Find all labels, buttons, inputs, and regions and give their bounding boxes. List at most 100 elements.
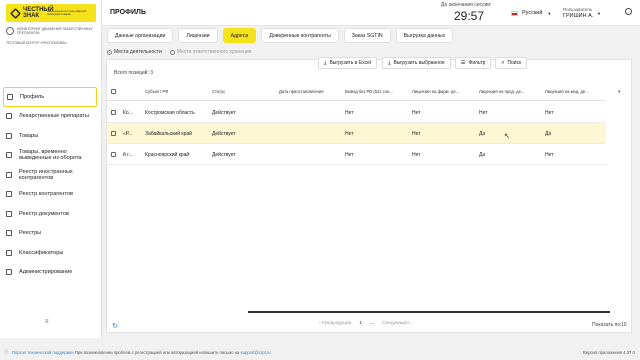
prev-page-button[interactable]: ‹ Предыдущая: [319, 321, 351, 326]
chevron-down-icon[interactable]: ▼: [597, 11, 601, 16]
cell-prod: Да: [479, 131, 486, 137]
language-selector[interactable]: Русский ▼: [511, 10, 551, 16]
page-size-select[interactable]: 10: [621, 322, 627, 328]
top-header: ПРОФИЛЬ До окончания сессии: 29:57 Русск…: [102, 0, 640, 26]
sidebar-item-goods[interactable]: Товары: [3, 126, 97, 146]
radio-unchecked-icon: [169, 49, 175, 55]
filter-button[interactable]: ☰ Фильтр: [454, 57, 492, 69]
next-page-button[interactable]: Следующая ›: [382, 321, 412, 326]
sidebar-item-label: Реестр документов: [19, 210, 69, 217]
sidebar-item-goods-withdrawn[interactable]: Товары, временно выведенные из оборота: [3, 146, 97, 166]
box-icon: [6, 132, 12, 139]
table-row[interactable]: «Р... Забайкальский край Действует Нет Н…: [107, 123, 606, 144]
cell-pharm: Нет: [412, 110, 421, 116]
cell-med: Нет: [545, 110, 554, 116]
cell-address: «Р...: [123, 131, 133, 137]
brand-logo[interactable]: ЧЕСТНЫЙ ЗНАК национальная система цифров…: [6, 4, 96, 22]
support-email-link[interactable]: support@crpt.ru: [241, 350, 271, 355]
page-size-label: Показать по:: [592, 322, 622, 328]
cell-address: Ко...: [123, 110, 133, 116]
session-label: До окончания сессии:: [441, 2, 492, 8]
table-actions: ⤓ Выгрузить в Excel ⤓ Выгрузить выбранное …: [318, 57, 532, 69]
sidebar: ЧЕСТНЫЙ ЗНАК национальная система цифров…: [0, 0, 102, 338]
brand-subtitle: национальная система цифровой маркировки…: [47, 10, 87, 16]
contacts-icon: [6, 191, 12, 198]
tab-sgtin-order[interactable]: Заказ SGTIN: [343, 28, 391, 43]
refresh-icon[interactable]: ↻: [112, 322, 118, 330]
radio-storage-places[interactable]: Места ответственного хранения: [169, 49, 251, 55]
row-checkbox[interactable]: [111, 131, 116, 136]
sidebar-item-documents[interactable]: Реестр документов: [3, 204, 97, 224]
org-name: МОНИТОРИНГ ДВИЖЕНИЯ ЛЕКАРСТВЕННЫХ ПРЕПАР…: [17, 27, 93, 35]
bottom-bar: ⓘ Портал технической поддержки При возни…: [0, 346, 640, 360]
cell-med: Да: [545, 131, 552, 137]
cell-status: Действует: [212, 110, 236, 116]
more-pages-button[interactable]: ...: [370, 321, 374, 326]
table-row[interactable]: Ко... Костромская область Действует Нет …: [107, 102, 606, 123]
search-button[interactable]: ⌕ Поиск: [495, 57, 528, 69]
tab-addresses[interactable]: Адреса: [222, 28, 257, 43]
column-header-pharm-license[interactable]: Лицензия на фарм. де...: [412, 89, 459, 94]
sidebar-item-registries[interactable]: Реестры: [3, 224, 97, 244]
cell-status: Действует: [212, 152, 236, 158]
sidebar-item-medicines[interactable]: Лекарственные препараты: [3, 107, 97, 127]
sidebar-item-label: Реестр контрагентов: [19, 191, 73, 198]
profile-tabs: Данные организации Лицензии Адреса Довер…: [107, 28, 458, 43]
user-name[interactable]: ГРИШИН А.: [563, 13, 593, 19]
radio-activity-places[interactable]: Места деятельности: [107, 49, 162, 55]
next-label: Следующая: [381, 321, 409, 326]
language-label: Русский: [522, 10, 543, 16]
column-menu-icon[interactable]: ▾: [618, 89, 621, 95]
cell-status: Действует: [212, 131, 236, 137]
info-icon: ⓘ: [4, 349, 9, 354]
column-header-med-license[interactable]: Лицензия на мед. де...: [545, 89, 589, 94]
table-row[interactable]: й г... Красноярский край Действует Нет Н…: [107, 144, 606, 165]
column-header-region[interactable]: Субъект РФ: [145, 89, 168, 94]
sidebar-item-contractors[interactable]: Реестр контрагентов: [3, 185, 97, 205]
export-excel-button[interactable]: ⤓ Выгрузить в Excel: [318, 57, 378, 69]
cell-address: й г...: [123, 152, 133, 158]
export-selected-button[interactable]: ⤓ Выгрузить выбранное: [382, 57, 451, 69]
column-header-suspension-date[interactable]: Дата приостановления: [279, 89, 323, 94]
brand-mark-icon: [10, 7, 21, 19]
column-header-status[interactable]: Статус: [212, 89, 225, 94]
row-checkbox[interactable]: [111, 152, 116, 157]
search-icon: ⌕: [501, 59, 505, 66]
column-header-rv[interactable]: Вывод без РВ (521 схе...: [345, 89, 393, 94]
select-all-checkbox[interactable]: [111, 89, 116, 94]
org-icon: [6, 27, 14, 35]
current-page[interactable]: 1: [359, 321, 362, 326]
cell-rv: Нет: [345, 131, 354, 137]
tab-trusted-contractors[interactable]: Доверенные контрагенты: [261, 28, 339, 43]
sidebar-item-classifiers[interactable]: Классификаторы: [3, 243, 97, 263]
user-label: Пользователь: [563, 7, 593, 12]
box-out-icon: [6, 152, 12, 159]
download-icon: ⤓: [388, 59, 391, 66]
sidebar-collapse-button[interactable]: ≡: [45, 319, 49, 325]
cell-prod: Нет: [479, 110, 488, 116]
prev-label: Предыдущая: [321, 321, 352, 326]
table-footer: ↻ ‹ Предыдущая 1 ... Следующая › Показат…: [106, 318, 632, 333]
row-checkbox[interactable]: [111, 110, 116, 115]
sidebar-item-foreign-contractors[interactable]: Реестр иностранных контрагентов: [3, 165, 97, 185]
horizontal-scrollbar[interactable]: [248, 311, 610, 313]
download-icon: ⤓: [324, 59, 327, 66]
sidebar-item-administration[interactable]: Администрирование: [3, 263, 97, 283]
tab-organization-data[interactable]: Данные организации: [107, 28, 174, 43]
settings-icon: [6, 269, 12, 276]
tab-licenses[interactable]: Лицензии: [178, 28, 218, 43]
sidebar-item-label: Реестры: [19, 230, 42, 237]
address-type-radios: Места деятельности Места ответственного …: [107, 49, 259, 55]
table-header: Субъект РФ Статус Дата приостановления В…: [107, 82, 606, 101]
sidebar-item-label: Администрирование: [19, 269, 73, 276]
total-count: Всего позиций: 3: [114, 70, 154, 76]
document-icon: [6, 210, 12, 217]
column-header-prod-license[interactable]: Лицензия на прод. де...: [479, 89, 524, 94]
logout-icon[interactable]: [625, 8, 632, 15]
tab-data-export[interactable]: Выгрузка данных: [395, 28, 454, 43]
sidebar-item-profile[interactable]: Профиль: [3, 87, 97, 107]
cell-pharm: Нет: [412, 152, 421, 158]
support-portal-link[interactable]: Портал технической поддержки: [12, 350, 74, 355]
cell-rv: Нет: [345, 110, 354, 116]
russia-flag-icon: [511, 10, 518, 16]
